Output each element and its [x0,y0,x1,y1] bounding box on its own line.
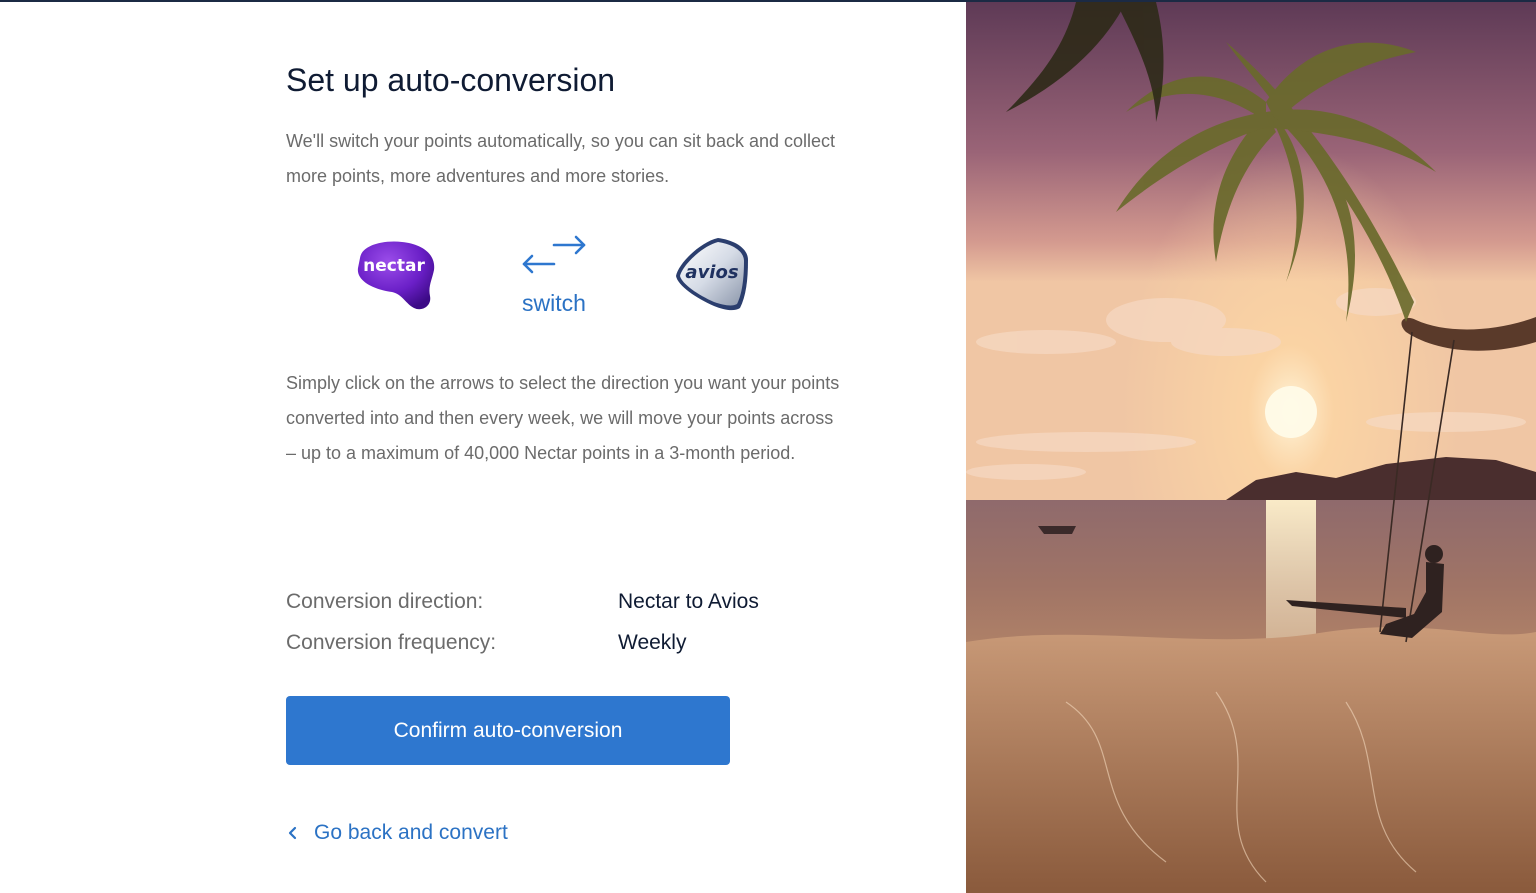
intro-text: We'll switch your points automatically, … [286,131,836,186]
frequency-value: Weekly [618,631,687,654]
nectar-logo: nectar [357,241,435,310]
nectar-logo-text: nectar [363,256,425,276]
direction-row: Conversion direction: Nectar to Avios [286,590,846,620]
confirm-auto-conversion-button[interactable]: Confirm auto-conversion [286,696,730,765]
auto-conversion-panel: Set up auto-conversion We'll switch your… [0,2,966,893]
avios-logo: avios [676,238,748,311]
go-back-link[interactable]: Go back and convert [286,818,508,848]
conversion-logos: nectar switch avios [352,232,762,322]
instructions-text: Simply click on the arrows to select the… [286,373,840,463]
direction-value: Nectar to Avios [618,590,759,613]
switch-label: switch [522,290,586,316]
frequency-label: Conversion frequency: [286,631,497,654]
go-back-label: Go back and convert [314,821,508,844]
page-title: Set up auto-conversion [286,62,616,98]
switch-direction-button[interactable]: switch [516,232,592,322]
direction-label: Conversion direction: [286,590,484,613]
frequency-row: Conversion frequency: Weekly [286,631,846,661]
chevron-left-icon [288,826,297,840]
swap-arrows-icon [522,235,586,274]
beach-sunset-photo [966,2,1536,893]
avios-logo-text: avios [685,262,738,283]
